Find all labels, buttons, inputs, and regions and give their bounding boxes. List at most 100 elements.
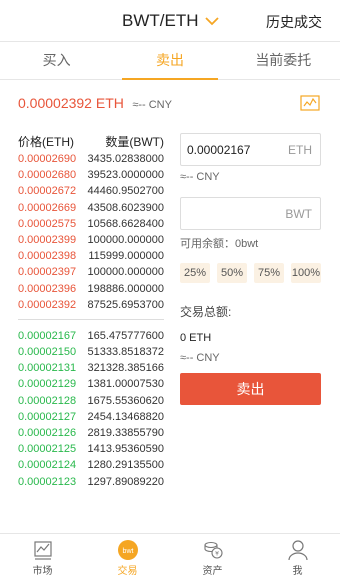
ask-qty: 43508.6023900 (87, 201, 164, 214)
nav-assets[interactable]: ¥ 资产 (170, 534, 255, 580)
last-price: 0.00002392 ETH (18, 95, 124, 111)
ask-qty: 87525.6953700 (87, 298, 164, 311)
price-input-unit: ETH (288, 143, 312, 157)
nav-profile-label: 我 (292, 566, 303, 577)
total-cny: ≈-- CNY (180, 352, 220, 364)
bid-qty: 2819.33855790 (87, 427, 164, 439)
ask-row[interactable]: 0.00002672 44460.9502700 (18, 183, 164, 199)
ask-price: 0.00002575 (18, 217, 77, 230)
svg-text:bwt: bwt (122, 548, 133, 555)
ask-row[interactable]: 0.00002575 10568.6628400 (18, 216, 164, 232)
ask-row[interactable]: 0.00002397 100000.000000 (18, 264, 164, 280)
ask-price: 0.00002690 (18, 153, 77, 165)
tab-sell[interactable]: 卖出 (113, 42, 226, 80)
tab-buy[interactable]: 买入 (0, 42, 113, 79)
ask-qty: 100000.000000 (87, 266, 164, 279)
tab-open-orders[interactable]: 当前委托 (227, 42, 340, 79)
ask-price: 0.00002392 (18, 298, 77, 311)
bid-list: 0.00002167 165.475777600 0.00002150 51333.8… (18, 328, 164, 490)
chevron-down-icon (204, 16, 219, 25)
percent-100-button[interactable]: 100% (291, 263, 321, 283)
ask-qty: 100000.000000 (87, 233, 164, 246)
amount-input-unit: BWT (285, 207, 312, 221)
bid-qty: 165.475777600 (87, 329, 164, 342)
sell-button[interactable]: 卖出 (180, 373, 321, 405)
nav-market-label: 市场 (32, 566, 53, 577)
bid-row[interactable]: 0.00002131 321328.385166 (18, 360, 164, 376)
bid-qty: 1675.55360620 (87, 394, 164, 407)
bid-price: 0.00002150 (18, 346, 77, 359)
top-header: BWT/ETH 历史成交 (0, 0, 340, 42)
ask-qty: 115999.000000 (88, 250, 164, 263)
chart-icon[interactable] (300, 95, 320, 111)
bid-price: 0.00002127 (18, 410, 77, 423)
bid-row[interactable]: 0.00002123 1297.89089220 (18, 474, 164, 490)
ask-row[interactable]: 0.00002669 43508.6023900 (18, 200, 164, 216)
bid-qty: 1297.89089220 (87, 475, 164, 488)
percent-buttons: 25% 50% 75% 100% (180, 263, 321, 283)
history-trades-link[interactable]: 历史成交 (266, 12, 322, 32)
nav-market[interactable]: 市场 (0, 534, 85, 580)
nav-assets-label: 资产 (202, 566, 223, 577)
bid-qty: 2454.13468820 (87, 410, 164, 423)
order-book: 价格(ETH) 数量(BWT) 0.00002690 3435.02838000 0… (18, 133, 164, 490)
pair-label: BWT/ETH (122, 11, 199, 30)
trade-icon: bwt (117, 540, 138, 560)
ask-price: 0.00002669 (18, 201, 77, 214)
bid-qty: 1280.29135500 (87, 459, 164, 472)
bid-price: 0.00002131 (18, 362, 77, 375)
bid-price: 0.00002129 (18, 378, 77, 391)
ask-row[interactable]: 0.00002399 100000.000000 (18, 232, 164, 248)
bid-price: 0.00002167 (18, 329, 77, 342)
ask-price: 0.00002399 (18, 233, 77, 246)
bid-price: 0.00002125 (18, 443, 77, 456)
pair-selector[interactable]: BWT/ETH (122, 11, 219, 31)
bid-price: 0.00002123 (18, 475, 77, 488)
bid-row[interactable]: 0.00002127 2454.13468820 (18, 409, 164, 425)
bid-row[interactable]: 0.00002128 1675.55360620 (18, 393, 164, 409)
bottom-nav: 市场 bwt 交易 ¥ 资产 我 (0, 533, 340, 580)
nav-profile[interactable]: 我 (255, 534, 340, 580)
ask-qty: 198886.000000 (87, 282, 164, 295)
bid-qty: 51333.8518372 (87, 346, 164, 359)
qty-column-header: 数量(BWT) (105, 135, 164, 149)
ask-price: 0.00002397 (18, 266, 77, 279)
ask-row[interactable]: 0.00002392 87525.6953700 (18, 297, 164, 313)
total-value: 0 ETH (180, 332, 212, 344)
ask-row[interactable]: 0.00002690 3435.02838000 (18, 151, 164, 167)
price-input[interactable]: 0.00002167 ETH (180, 133, 321, 166)
ask-qty: 44460.9502700 (87, 185, 164, 198)
amount-input[interactable]: BWT (180, 197, 321, 230)
trade-tabs: 买入 卖出 当前委托 (0, 42, 340, 80)
bid-price: 0.00002126 (18, 427, 77, 439)
order-book-header: 价格(ETH) 数量(BWT) (18, 133, 164, 151)
ask-price: 0.00002396 (18, 282, 77, 295)
last-price-cny: ≈-- CNY (132, 99, 172, 111)
percent-50-button[interactable]: 50% (217, 263, 247, 283)
sell-form: 0.00002167 ETH ≈-- CNY BWT 可用余额：0bwt 25%… (180, 133, 321, 405)
bid-price: 0.00002124 (18, 459, 77, 472)
price-column-header: 价格(ETH) (18, 135, 74, 149)
percent-25-button[interactable]: 25% (180, 263, 210, 283)
bid-row[interactable]: 0.00002129 1381.00007530 (18, 376, 164, 392)
bid-row[interactable]: 0.00002125 1413.95360590 (18, 441, 164, 457)
ask-qty: 10568.6628400 (87, 217, 164, 230)
book-divider (18, 318, 164, 320)
profile-icon (287, 540, 308, 561)
available-balance: 可用余额：0bwt (180, 238, 259, 250)
nav-trade-label: 交易 (117, 566, 138, 577)
ask-list: 0.00002690 3435.02838000 0.00002680 39523.0… (18, 151, 164, 313)
bid-row[interactable]: 0.00002126 2819.33855790 (18, 425, 164, 441)
bid-qty: 1413.95360590 (87, 443, 164, 456)
bid-row[interactable]: 0.00002124 1280.29135500 (18, 457, 164, 473)
price-input-value: 0.00002167 (187, 143, 251, 157)
ask-row[interactable]: 0.00002398 115999.000000 (18, 248, 164, 264)
percent-75-button[interactable]: 75% (254, 263, 284, 283)
bid-row[interactable]: 0.00002150 51333.8518372 (18, 344, 164, 360)
bid-row[interactable]: 0.00002167 165.475777600 (18, 328, 164, 344)
svg-text:¥: ¥ (215, 551, 219, 558)
nav-trade[interactable]: bwt 交易 (85, 534, 170, 580)
ask-row[interactable]: 0.00002680 39523.0000000 (18, 167, 164, 183)
assets-icon: ¥ (203, 541, 223, 559)
ask-row[interactable]: 0.00002396 198886.000000 (18, 281, 164, 297)
